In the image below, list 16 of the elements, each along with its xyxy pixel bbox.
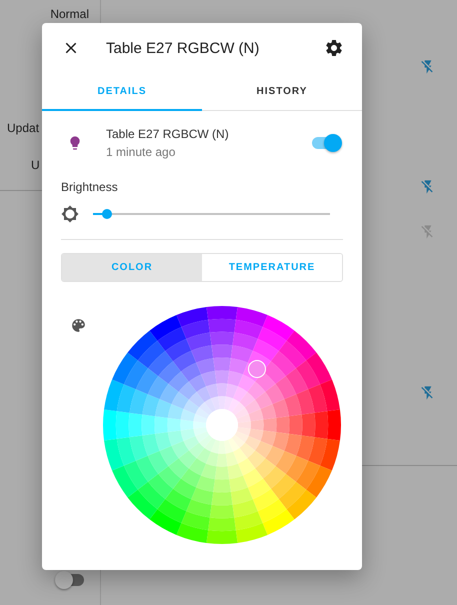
slider-thumb[interactable] xyxy=(102,209,112,219)
color-wheel[interactable] xyxy=(102,305,342,545)
last-updated: 1 minute ago xyxy=(106,145,176,159)
row-label: Updat xyxy=(7,121,40,135)
brightness-icon xyxy=(61,205,79,223)
tab[interactable]: HISTORY xyxy=(202,73,362,111)
palette-icon[interactable] xyxy=(70,317,87,334)
row-label: Normal xyxy=(50,7,89,21)
toggle-switch[interactable] xyxy=(58,574,84,586)
settings-icon[interactable] xyxy=(324,38,344,58)
mode-button[interactable]: COLOR xyxy=(62,254,202,281)
dialog-title: Table E27 RGBCW (N) xyxy=(106,40,260,56)
brightness-label: Brightness xyxy=(61,180,119,194)
row-label: U xyxy=(31,158,41,172)
tab[interactable]: DETAILS xyxy=(42,73,202,111)
entity-name: Table E27 RGBCW (N) xyxy=(106,127,230,141)
